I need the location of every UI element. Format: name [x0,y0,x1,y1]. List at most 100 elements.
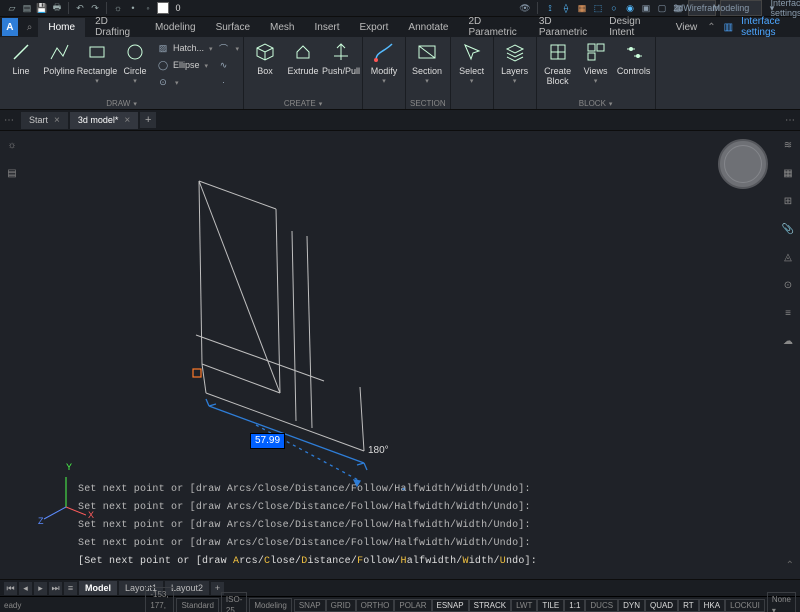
select-tool[interactable]: Select▾ [455,39,489,85]
circle-tool[interactable]: Circle▾ [118,39,152,85]
search-icon[interactable]: ⌕ [21,22,39,33]
toggle-1:1[interactable]: 1:1 [564,599,585,612]
tab-export[interactable]: Export [350,18,399,37]
close-icon[interactable]: × [54,115,60,126]
point-tool[interactable]: · [217,75,240,89]
panel-layers: Layers▾ [494,37,537,109]
next-icon[interactable]: ▸ [34,582,47,595]
toggle-grid[interactable]: GRID [326,599,356,612]
pushpull-tool[interactable]: Push/Pull [324,39,358,76]
panel-block: Create Block Views▾ Controls BLOCK▾ [537,37,656,109]
toggle-esnap[interactable]: ESNAP [432,599,469,612]
line-tool[interactable]: Line [4,39,38,76]
dim-style[interactable]: Standard [176,598,218,612]
layers-icon[interactable]: ≋ [780,137,796,153]
polyline-tool[interactable]: Polyline [42,39,76,76]
views-tool[interactable]: Views▾ [579,39,613,85]
box-tool[interactable]: Box [248,39,282,76]
panel-label-create: CREATE [284,99,316,108]
color-swatch[interactable] [157,2,169,14]
close-icon[interactable]: × [124,115,130,126]
list-icon[interactable]: ≡ [64,582,77,595]
doc-overflow-icon[interactable]: ⋯ [785,115,796,126]
arc-tool[interactable]: ⌒ [217,41,240,55]
ribbon: Line Polyline Rectangle▾ Circle▾ ▨Hatch.… [0,37,800,110]
balloon-icon[interactable]: ⊙ [780,277,796,293]
tab-modeling[interactable]: Modeling [145,18,206,37]
tab-start[interactable]: Start× [21,112,68,129]
layout-model[interactable]: Model [79,581,117,595]
panel-label-draw: DRAW [106,99,130,108]
properties-icon[interactable]: ▦ [780,165,796,181]
last-icon[interactable]: ⏭ [49,582,62,595]
new-tab-button[interactable]: + [140,112,156,128]
cmd-line: Set next point or [draw Arcs/Close/Dista… [78,517,770,535]
anno-scale[interactable]: None ▾ [767,592,796,612]
data-icon[interactable]: ≡ [780,305,796,321]
document-tabs: ⋯ Start× 3d model*× + ⋯ [0,110,800,131]
toggle-lockui[interactable]: LOCKUI [725,599,765,612]
more-draw[interactable]: ⊙ [156,75,213,89]
right-sidebar: ≋ ▦ ⊞ 📎 ◬ ⊙ ≡ ☁ [776,131,800,585]
coords-readout: -153, 177, 0 [145,587,174,612]
ellipse-tool[interactable]: ◯Ellipse [156,58,213,72]
create-block-tool[interactable]: Create Block [541,39,575,86]
panel-modify: Modify▾ [363,37,406,109]
rectangle-tool[interactable]: Rectangle▾ [80,39,114,85]
toggle-tile[interactable]: TILE [537,599,564,612]
qa-save-icon[interactable]: 💾 [36,2,48,14]
toggle-ducs[interactable]: DUCS [585,599,618,612]
extrude-tool[interactable]: Extrude [286,39,320,76]
modify-tool[interactable]: Modify▾ [367,39,401,85]
cmd-expand-icon[interactable]: ⌃ [786,560,794,571]
iso-style[interactable]: ISO-25 [221,592,247,612]
interface-settings-link[interactable]: Interface settings [782,2,794,14]
grid4-icon[interactable]: ⊞ [780,193,796,209]
tab-surface[interactable]: Surface [206,18,260,37]
toggle-snap[interactable]: SNAP [294,599,326,612]
cmd-line: Set next point or [draw Arcs/Close/Dista… [78,535,770,553]
panel-label-block: BLOCK [579,99,606,108]
toggle-dyn[interactable]: DYN [618,599,645,612]
toggle-hka[interactable]: HKA [699,599,725,612]
doc-menu-icon[interactable]: ⋯ [4,115,15,126]
cloud-icon[interactable]: ☁ [780,333,796,349]
app-menu-button[interactable]: A [2,18,18,36]
tab-insert[interactable]: Insert [304,18,349,37]
cmd-prompt[interactable]: [Set next point or [draw Arcs/Close/Dist… [78,553,770,571]
tab-3d-model[interactable]: 3d model*× [70,112,138,129]
drawing-area[interactable]: ☼ ▤ ≋ ▦ ⊞ 📎 ◬ ⊙ ≡ ☁ [0,131,800,579]
command-history: Set next point or [draw Arcs/Close/Dista… [78,481,770,571]
clip-icon[interactable]: 📎 [780,221,796,237]
ribbon-tab-strip: A ⌕ Home 2D Drafting Modeling Surface Me… [0,17,800,37]
workspace-dropdown[interactable]: Modeling [720,0,762,16]
bulb-icon[interactable]: ☼ [4,137,20,153]
hatch-tool[interactable]: ▨Hatch... [156,41,213,55]
tab-home[interactable]: Home [38,18,85,37]
layers-tool[interactable]: Layers▾ [498,39,532,85]
status-ready: eady [4,601,21,610]
toggle-ortho[interactable]: ORTHO [356,599,395,612]
panel-settings-icon[interactable]: ▥ [724,22,733,33]
controls-tool[interactable]: Controls [617,39,651,76]
section-tool[interactable]: Section▾ [410,39,444,85]
toggle-polar[interactable]: POLAR [394,599,431,612]
toggle-rt[interactable]: RT [678,599,699,612]
qa-print-icon[interactable]: 🖶 [51,2,63,14]
panel-icon[interactable]: ▤ [4,165,20,181]
materials-icon[interactable]: ◬ [780,249,796,265]
qa-open-icon[interactable]: ▤ [21,2,33,14]
tab-annotate[interactable]: Annotate [398,18,458,37]
toggle-lwt[interactable]: LWT [511,599,537,612]
spline-tool[interactable]: ∿ [217,58,240,72]
status-bar: eady -153, 177, 0 Standard ISO-25 Modeli… [0,596,800,612]
collapse-icon[interactable]: ⌃ [707,22,715,33]
toggle-quad[interactable]: QUAD [645,599,678,612]
panel-create: Box Extrude Push/Pull CREATE▾ [244,37,363,109]
workspace-cell[interactable]: Modeling [249,598,291,612]
interface-settings-link-2[interactable]: Interface settings [741,16,794,38]
toggle-strack[interactable]: STRACK [469,599,511,612]
qa-new-icon[interactable]: ▱ [6,2,18,14]
tab-view[interactable]: View [666,18,708,37]
tab-mesh[interactable]: Mesh [260,18,304,37]
